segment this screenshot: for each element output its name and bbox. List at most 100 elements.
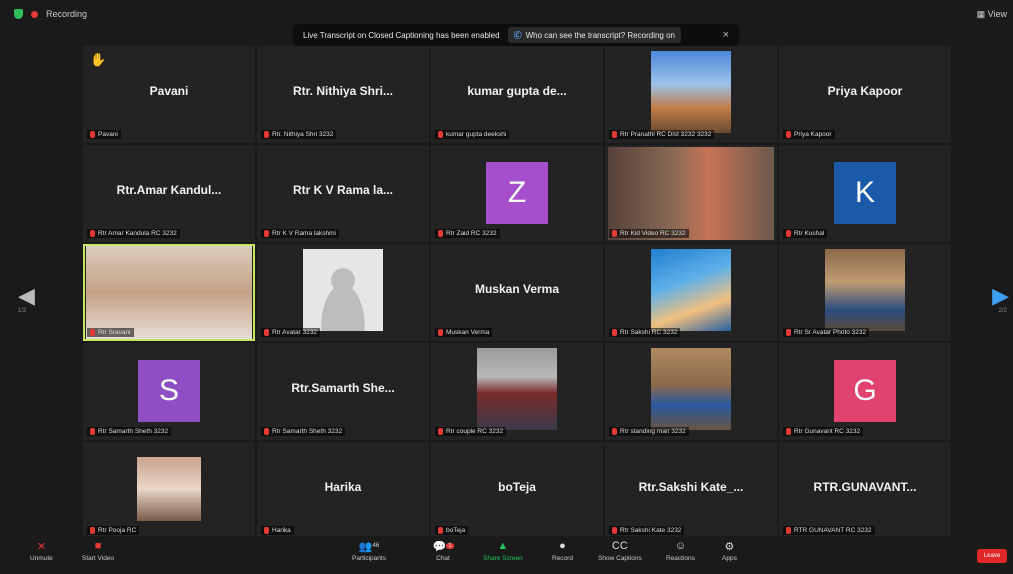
participant-name-text: Rtr Samarth Sheth 3232 xyxy=(272,428,343,435)
apps-icon: ⚙ xyxy=(724,540,735,553)
participant-display-name: Rtr.Samarth She... xyxy=(291,381,395,395)
participant-tile[interactable]: Rtr.Sakshi Kate_... Rtr Sakshi Kate 3232 xyxy=(605,442,777,539)
participant-tile[interactable]: kumar gupta de... kumar gupta deekshi xyxy=(431,46,603,143)
chat-icon: 💬 1 xyxy=(432,540,454,553)
participant-tile[interactable]: Muskan Verma Muskan Verma xyxy=(431,244,603,341)
caption-notice: Live Transcript on Closed Captioning has… xyxy=(293,24,739,46)
participant-tile[interactable]: Rtr Kid Video RC 3232 xyxy=(605,145,777,242)
chat-label: Chat xyxy=(436,555,450,562)
participant-name-text: Rtr Sr Avatar Photo 3232 xyxy=(794,329,867,336)
grid-view-icon: ▦ xyxy=(976,9,986,19)
participant-tile[interactable]: K Rtr Kushal xyxy=(779,145,951,242)
apps-button[interactable]: ⚙ Apps xyxy=(722,540,737,563)
mic-muted-icon xyxy=(264,527,269,534)
participant-tile[interactable]: Rtr Avatar 3232 xyxy=(257,244,429,341)
participant-name-label: Rtr. Nithiya Shri 3232 xyxy=(261,130,337,139)
recording-label: Recording xyxy=(46,9,88,19)
participant-tile[interactable]: Rtr K V Rama la... Rtr K V Rama lakshmi xyxy=(257,145,429,242)
mic-muted-icon xyxy=(612,527,617,534)
start-video-button[interactable]: ■ Start Video xyxy=(82,540,114,562)
mic-muted-icon xyxy=(90,428,95,435)
caption-notice-text: Live Transcript on Closed Captioning has… xyxy=(303,30,500,40)
shield-icon[interactable] xyxy=(14,9,23,19)
participant-tile[interactable]: G Rtr Gunavant RC 3232 xyxy=(779,343,951,440)
reactions-button[interactable]: ☺ Reactions xyxy=(666,540,695,562)
participant-name-label: Rtr Kushal xyxy=(783,229,828,238)
caption-notice-link[interactable]: Ⓒ Who can see the transcript? Recording … xyxy=(507,27,681,43)
video-off-icon: ■ xyxy=(94,540,102,552)
mic-muted-icon xyxy=(438,230,443,237)
participant-tile[interactable]: Rtr Pranathi RC Dist 3232 3232 xyxy=(605,46,777,143)
participant-name-label: boTeja xyxy=(435,526,469,535)
share-screen-icon: ▲ xyxy=(497,540,509,552)
leave-button[interactable]: Leave xyxy=(977,549,1007,563)
participant-tile[interactable]: RTR.GUNAVANT... RTR GUNAVANT RC 3232 xyxy=(779,442,951,539)
participant-display-name: Rtr.Amar Kandul... xyxy=(116,183,222,197)
participant-name-text: Rtr couple RC 3232 xyxy=(446,428,504,435)
share-screen-button[interactable]: ▲ Share Screen xyxy=(483,540,523,562)
participant-tile[interactable]: Rtr standing man 3232 xyxy=(605,343,777,440)
participants-label: Participants xyxy=(352,555,386,562)
record-label: Record xyxy=(552,555,573,562)
mic-muted-icon xyxy=(438,329,443,336)
participant-name-label: Rtr Avatar 3232 xyxy=(261,328,321,337)
close-icon[interactable]: × xyxy=(723,29,729,41)
participant-name-text: RTR GUNAVANT RC 3232 xyxy=(794,527,872,534)
participant-name-text: Rtr. Nithiya Shri 3232 xyxy=(272,131,334,138)
participant-tile[interactable]: Rtr Sr Avatar Photo 3232 xyxy=(779,244,951,341)
participant-tile[interactable]: Rtr.Samarth She... Rtr Samarth Sheth 3232 xyxy=(257,343,429,440)
participant-tile[interactable]: Rtr Sakshi RC 3232 xyxy=(605,244,777,341)
mic-muted-icon xyxy=(438,527,443,534)
participant-name-label: Pavani xyxy=(87,130,121,139)
participant-name-label: Rtr Sravani xyxy=(87,328,134,337)
participants-count: 46 xyxy=(372,543,380,549)
participant-display-name: Priya Kapoor xyxy=(827,84,903,98)
chat-badge: 1 xyxy=(446,543,454,549)
participant-tile[interactable]: boTeja boTeja xyxy=(431,442,603,539)
participant-tile[interactable]: Rtr. Nithiya Shri... Rtr. Nithiya Shri 32… xyxy=(257,46,429,143)
next-page-arrow-icon[interactable]: ▶ xyxy=(992,283,1009,309)
unmute-button[interactable]: ✕ Unmute xyxy=(30,540,53,563)
participant-tile[interactable]: Rtr Pooja RC xyxy=(83,442,255,539)
participant-tile[interactable]: Rtr Sravani xyxy=(83,244,255,341)
recording-icon xyxy=(31,10,38,18)
captions-label: Show Captions xyxy=(598,555,642,562)
participant-name-label: Rtr standing man 3232 xyxy=(609,427,689,436)
participant-name-label: Muskan Verma xyxy=(435,328,493,337)
reactions-label: Reactions xyxy=(666,555,695,562)
participant-name-label: RTR GUNAVANT RC 3232 xyxy=(783,526,875,535)
view-button[interactable]: ▦ View xyxy=(977,9,1007,20)
view-label: View xyxy=(987,9,1007,19)
participant-initial-avatar: S xyxy=(138,360,200,422)
participant-tile[interactable]: Z Rtr Zaid RC 3232 xyxy=(431,145,603,242)
participant-tile[interactable]: S Rtr Samarth Sheth 3232 xyxy=(83,343,255,440)
participant-name-text: Harika xyxy=(272,527,291,534)
captions-button[interactable]: CC Show Captions xyxy=(598,540,642,562)
mic-muted-icon xyxy=(612,131,617,138)
participant-tile[interactable]: Priya Kapoor Priya Kapoor xyxy=(779,46,951,143)
participant-initial-avatar: G xyxy=(834,360,896,422)
mic-muted-icon xyxy=(438,428,443,435)
participant-tile[interactable]: ✋ Pavani Pavani xyxy=(83,46,255,143)
participant-name-label: Rtr Gunavant RC 3232 xyxy=(783,427,864,436)
participant-name-text: Rtr Amar Kandula RC 3232 xyxy=(98,230,177,237)
mic-muted-icon xyxy=(264,428,269,435)
mic-muted-icon xyxy=(90,230,95,237)
participant-name-text: Rtr Sakshi Kate 3232 xyxy=(620,527,682,534)
participant-name-text: Rtr Kid Video RC 3232 xyxy=(620,230,686,237)
participants-button[interactable]: 👥 46 Participants xyxy=(352,540,386,563)
participant-name-label: Rtr couple RC 3232 xyxy=(435,427,507,436)
participant-name-text: Rtr Sravani xyxy=(98,329,131,336)
captions-icon: CC xyxy=(611,540,628,552)
participant-display-name: kumar gupta de... xyxy=(467,84,567,98)
record-button[interactable]: ● Record xyxy=(552,540,573,562)
participant-tile[interactable]: Rtr couple RC 3232 xyxy=(431,343,603,440)
chat-button[interactable]: 💬 1 Chat xyxy=(432,540,454,562)
reactions-icon: ☺ xyxy=(674,540,687,552)
participant-photo xyxy=(477,348,557,430)
prev-page-arrow-icon[interactable]: ◀ xyxy=(18,283,35,309)
participant-name-text: Rtr K V Rama lakshmi xyxy=(272,230,336,237)
meeting-status: Recording xyxy=(14,9,87,19)
participant-tile[interactable]: Harika Harika xyxy=(257,442,429,539)
participant-tile[interactable]: Rtr.Amar Kandul... Rtr Amar Kandula RC 32… xyxy=(83,145,255,242)
